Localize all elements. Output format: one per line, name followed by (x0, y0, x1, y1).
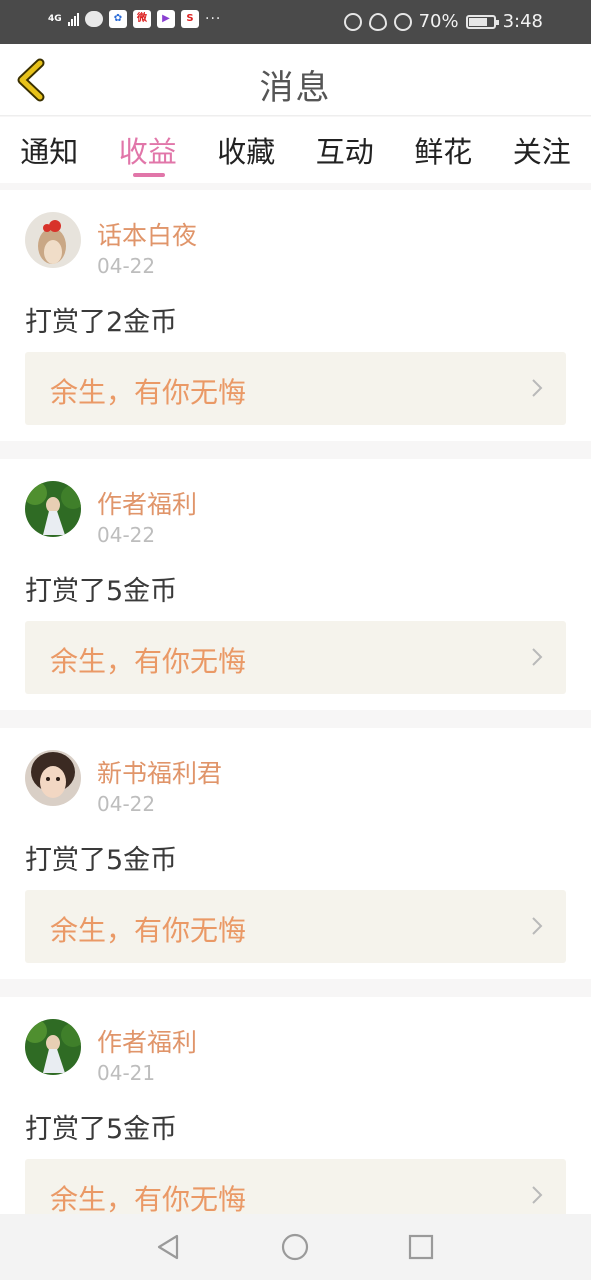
weibo-app-icon: 微 (133, 10, 151, 28)
tab-bar: 通知 收益 收藏 互动 鲜花 关注 (0, 117, 591, 183)
chat-bubble-icon (85, 11, 103, 27)
network-type: 4G (48, 13, 62, 24)
book-link[interactable]: 余生，有你无悔 (25, 890, 566, 963)
username[interactable]: 作者福利 (97, 1023, 197, 1059)
clock: 3:48 (502, 11, 543, 32)
baidu-app-icon: ✿ (109, 10, 127, 28)
tab-favorites[interactable]: 收藏 (197, 117, 296, 183)
timestamp: 04-22 (97, 523, 156, 547)
list-item: 新书福利君 04-22 打赏了5金币 余生，有你无悔 (0, 728, 591, 979)
page-title: 消息 (259, 68, 332, 108)
signal-icon (68, 12, 79, 26)
home-circle-icon[interactable] (280, 1232, 310, 1262)
header-bar: 消息 (0, 44, 591, 116)
system-nav-bar (0, 1214, 591, 1280)
reward-message: 打赏了5金币 (25, 845, 178, 876)
eye-comfort-icon (368, 12, 387, 31)
reward-message: 打赏了2金币 (25, 307, 178, 338)
status-right: 70% 3:48 (343, 11, 543, 32)
username[interactable]: 新书福利君 (97, 754, 222, 790)
chevron-right-icon (532, 648, 543, 666)
username[interactable]: 话本白夜 (97, 216, 197, 252)
battery-percent: 70% (418, 11, 459, 32)
back-triangle-icon[interactable] (153, 1232, 183, 1262)
data-saver-icon (343, 12, 362, 31)
reward-message: 打赏了5金币 (25, 576, 178, 607)
timestamp: 04-22 (97, 254, 156, 278)
tab-notifications[interactable]: 通知 (0, 117, 99, 183)
book-title: 余生，有你无悔 (50, 914, 247, 947)
tab-follows[interactable]: 关注 (493, 117, 591, 183)
earnings-feed[interactable]: 话本白夜 04-22 打赏了2金币 余生，有你无悔 作者福利 04-22 打赏了… (0, 190, 591, 1214)
book-title: 余生，有你无悔 (50, 376, 247, 409)
book-title: 余生，有你无悔 (50, 645, 247, 678)
timestamp: 04-22 (97, 792, 156, 816)
timestamp: 04-21 (97, 1061, 156, 1085)
sohu-app-icon: S (181, 10, 199, 28)
more-notifications-icon: ··· (205, 11, 222, 27)
list-item: 作者福利 04-21 打赏了5金币 余生，有你无悔 (0, 997, 591, 1214)
tab-flowers[interactable]: 鲜花 (394, 117, 493, 183)
status-left: 4G ✿ 微 ▶ S ··· (48, 10, 221, 28)
chevron-right-icon (532, 917, 543, 935)
tab-earnings[interactable]: 收益 (99, 117, 198, 183)
tab-interactions[interactable]: 互动 (296, 117, 395, 183)
book-link[interactable]: 余生，有你无悔 (25, 621, 566, 694)
book-link[interactable]: 余生，有你无悔 (25, 1159, 566, 1214)
list-item: 话本白夜 04-22 打赏了2金币 余生，有你无悔 (0, 190, 591, 441)
avatar-girl-face-icon[interactable] (25, 750, 81, 806)
book-link[interactable]: 余生，有你无悔 (25, 352, 566, 425)
status-bar: 4G ✿ 微 ▶ S ··· 70% 3:48 (0, 0, 591, 44)
alarm-icon (393, 12, 412, 31)
chevron-right-icon (532, 379, 543, 397)
list-item: 作者福利 04-22 打赏了5金币 余生，有你无悔 (0, 459, 591, 710)
avatar-forest-girl-icon[interactable] (25, 481, 81, 537)
video-app-icon: ▶ (157, 10, 175, 28)
book-title: 余生，有你无悔 (50, 1183, 247, 1214)
avatar-red-bow-icon[interactable] (25, 212, 81, 268)
reward-message: 打赏了5金币 (25, 1114, 178, 1145)
chevron-right-icon (532, 1186, 543, 1204)
avatar-forest-girl-icon[interactable] (25, 1019, 81, 1075)
username[interactable]: 作者福利 (97, 485, 197, 521)
recents-square-icon[interactable] (406, 1232, 436, 1262)
battery-icon (465, 14, 499, 29)
